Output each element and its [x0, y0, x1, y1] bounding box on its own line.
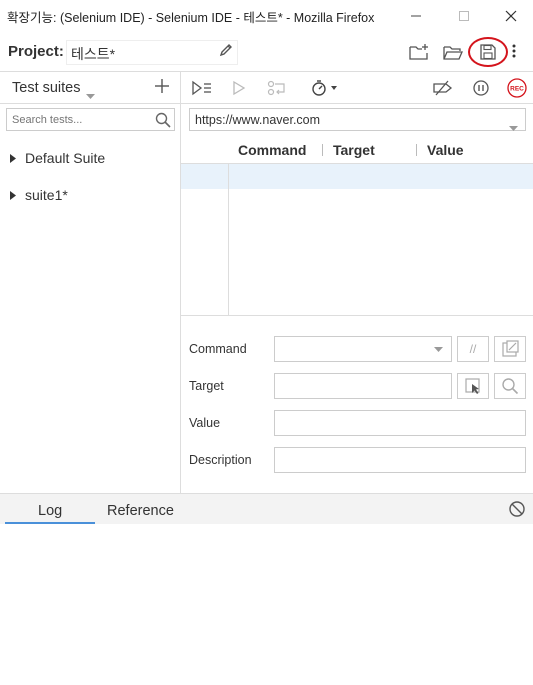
more-options-icon[interactable] [511, 42, 517, 65]
test-execution-speed-icon [312, 80, 337, 96]
close-icon [505, 10, 517, 22]
description-label: Description [189, 453, 252, 467]
commands-table-body [181, 164, 533, 316]
base-url-value: https://www.naver.com [195, 113, 321, 127]
maximize-icon [459, 11, 469, 21]
suites-header: Test suites [0, 72, 180, 104]
new-folder-icon [409, 44, 428, 60]
target-label: Target [189, 379, 224, 393]
clear-log-icon[interactable] [508, 500, 526, 523]
column-command: Command [238, 142, 307, 158]
run-current-test-icon [233, 80, 246, 96]
pause-on-exceptions-button[interactable] [472, 77, 490, 99]
plus-icon [155, 79, 169, 93]
new-project-button[interactable] [407, 41, 431, 63]
open-in-new-window-icon [502, 340, 519, 357]
suites-dropdown[interactable]: Test suites [12, 80, 81, 96]
suite-label: Default Suite [25, 150, 106, 166]
rec-label: REC [510, 86, 524, 93]
step-over-button[interactable] [267, 77, 287, 99]
save-highlight-circle [468, 37, 508, 67]
command-input[interactable] [274, 336, 452, 362]
base-url-select[interactable]: https://www.naver.com [189, 108, 526, 131]
test-toolbar: REC [181, 72, 533, 104]
value-input[interactable] [274, 410, 526, 436]
record-icon: REC [507, 78, 527, 98]
test-suites-panel: Test suites Default Suite suite1* [0, 72, 181, 493]
maximize-button[interactable] [441, 4, 487, 28]
search-input[interactable] [7, 109, 147, 130]
open-project-button[interactable] [441, 41, 465, 63]
add-suite-button[interactable] [155, 78, 169, 96]
target-input[interactable] [274, 373, 452, 399]
chevron-down-icon [434, 347, 443, 352]
find-target-button[interactable] [494, 373, 526, 399]
value-label: Value [189, 416, 221, 430]
suite-item-default[interactable]: Default Suite [10, 150, 105, 166]
search-icon[interactable] [155, 112, 171, 133]
expand-triangle-icon[interactable] [10, 150, 16, 166]
column-divider [322, 144, 323, 156]
edit-pencil-icon[interactable] [218, 42, 234, 63]
run-all-tests-icon [192, 80, 211, 96]
pause-on-exceptions-icon [473, 80, 489, 96]
minimize-icon [411, 15, 421, 17]
close-button[interactable] [488, 4, 533, 28]
column-target: Target [333, 142, 375, 158]
column-divider [416, 144, 417, 156]
project-label: Project: [8, 43, 64, 60]
commands-table-header: Command Target Value [181, 136, 533, 164]
run-current-test-button[interactable] [232, 77, 246, 99]
open-folder-icon [443, 46, 463, 60]
window-title: 확장기능: (Selenium IDE) - Selenium IDE - 테스… [7, 11, 375, 25]
bottom-panel-tabs: Log Reference [0, 493, 533, 524]
command-label: Command [189, 342, 247, 356]
tab-log[interactable]: Log [38, 503, 62, 519]
description-input[interactable] [274, 447, 526, 473]
chevron-down-icon[interactable] [86, 86, 95, 104]
minimize-button[interactable] [393, 4, 439, 28]
table-row[interactable] [181, 164, 533, 189]
select-element-icon [465, 378, 480, 394]
comment-toggle-button[interactable]: // [457, 336, 489, 362]
search-icon [502, 378, 519, 395]
disable-breakpoints-icon [433, 80, 453, 96]
select-target-button[interactable] [457, 373, 489, 399]
column-value: Value [427, 142, 464, 158]
disable-breakpoints-button[interactable] [432, 77, 454, 99]
tab-reference[interactable]: Reference [107, 503, 174, 519]
record-button[interactable]: REC [506, 77, 528, 99]
open-reference-button[interactable] [494, 336, 526, 362]
run-all-tests-button[interactable] [191, 77, 213, 99]
test-speed-button[interactable] [311, 77, 341, 99]
search-tests-box[interactable] [6, 108, 175, 131]
window-titlebar: 확장기능: (Selenium IDE) - Selenium IDE - 테스… [0, 0, 533, 32]
project-header: Project: 테스트* [0, 32, 533, 72]
log-output-area [0, 524, 533, 685]
column-divider [228, 164, 229, 316]
suite-label: suite1* [25, 187, 68, 203]
expand-triangle-icon[interactable] [10, 187, 16, 203]
chevron-down-icon[interactable] [509, 118, 518, 136]
step-over-icon [267, 80, 285, 96]
project-name-field[interactable]: 테스트* [66, 40, 238, 65]
suite-item-suite1[interactable]: suite1* [10, 187, 68, 203]
